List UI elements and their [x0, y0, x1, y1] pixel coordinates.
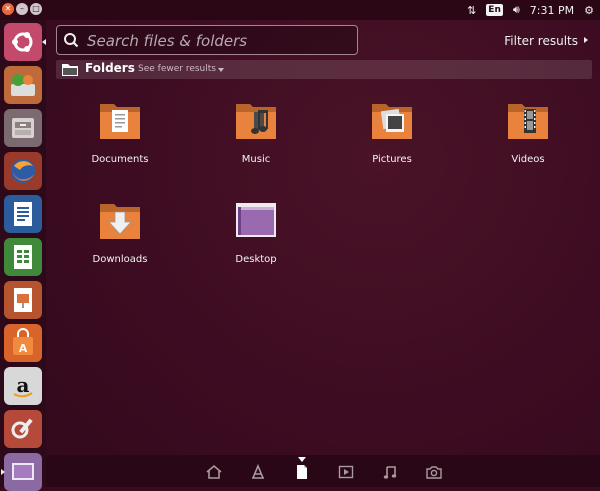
maximize-icon[interactable]: □	[30, 3, 42, 15]
folder-label: Documents	[91, 154, 149, 165]
folder-tile-pictures[interactable]: Pictures	[342, 98, 442, 170]
dash-home-button[interactable]	[4, 23, 46, 61]
lens-videos-button[interactable]	[338, 464, 354, 480]
launcher-item-firefox[interactable]	[4, 152, 42, 190]
close-icon[interactable]: ✕	[2, 3, 14, 15]
file-cabinet-icon	[12, 118, 34, 138]
search-bar	[56, 25, 358, 55]
category-header-folders[interactable]: Folders See fewer results	[56, 60, 592, 79]
lens-files-button[interactable]	[294, 464, 310, 480]
lens-music-button[interactable]	[382, 464, 398, 480]
folder-label: Videos	[511, 154, 545, 165]
presentation-icon	[14, 288, 32, 312]
ubuntu-logo-icon	[12, 32, 33, 52]
network-icon[interactable]: ⇅	[467, 4, 476, 17]
folder-tile-videos[interactable]: Videos	[478, 98, 578, 170]
video-icon	[338, 465, 354, 479]
gear-icon[interactable]: ⚙	[584, 4, 594, 17]
file-icon	[297, 465, 307, 479]
folder-label: Downloads	[92, 254, 148, 265]
videos-folder-icon	[508, 104, 548, 139]
minimize-icon[interactable]: –	[16, 3, 28, 15]
svg-text:A: A	[19, 342, 28, 355]
music-note-icon	[383, 466, 397, 479]
volume-icon[interactable]: 🔊︎	[513, 3, 520, 17]
launcher-item-calc[interactable]	[4, 238, 42, 276]
camera-icon	[426, 466, 442, 479]
lens-home-button[interactable]	[206, 464, 222, 480]
folder-label: Music	[241, 154, 271, 165]
wrench-icon	[11, 418, 33, 439]
search-input[interactable]	[85, 30, 351, 52]
see-fewer-results-link[interactable]: See fewer results	[138, 64, 216, 74]
running-indicator	[1, 469, 5, 475]
spreadsheet-icon	[14, 245, 32, 269]
applications-icon	[252, 464, 264, 479]
chevron-right-icon	[584, 37, 588, 43]
chevron-down-icon	[218, 68, 224, 72]
folder-tile-desktop[interactable]: Desktop	[206, 198, 306, 270]
category-title: Folders	[85, 61, 135, 75]
amazon-icon: a	[13, 373, 33, 398]
launcher-item-installer[interactable]	[4, 66, 42, 104]
home-icon	[206, 464, 222, 479]
lens-photos-button[interactable]	[426, 464, 442, 480]
keyboard-language-indicator[interactable]: En	[486, 4, 503, 16]
lens-applications-button[interactable]	[250, 464, 266, 480]
launcher-item-system-settings[interactable]	[4, 410, 42, 448]
launcher-item-workspaces[interactable]	[1, 453, 42, 491]
launcher-item-writer[interactable]	[4, 195, 42, 233]
top-panel: ✕ – □ ⇅ En 🔊︎ 7:31 PM ⚙	[0, 0, 600, 20]
active-lens-indicator	[298, 457, 306, 462]
launcher-item-software-center[interactable]: A	[4, 324, 42, 362]
installer-icon	[11, 74, 35, 96]
downloads-folder-icon	[100, 204, 140, 239]
folder-label: Desktop	[235, 254, 277, 265]
lens-bar	[46, 455, 600, 487]
search-icon	[64, 33, 79, 48]
workspace-icon	[12, 463, 34, 480]
desktop-folder-icon	[236, 203, 276, 237]
documents-folder-icon	[100, 104, 140, 139]
filter-results-button[interactable]: Filter results	[504, 34, 578, 48]
folder-label: Pictures	[372, 154, 412, 165]
indicator-area: ⇅ En 🔊︎ 7:31 PM ⚙	[467, 0, 594, 20]
window-controls: ✕ – □	[2, 3, 42, 15]
launcher-item-amazon[interactable]: a	[4, 367, 42, 405]
shopping-bag-icon: A	[13, 328, 33, 355]
music-folder-icon	[236, 104, 276, 139]
launcher-item-files[interactable]	[4, 109, 42, 147]
folder-tile-music[interactable]: Music	[206, 98, 306, 170]
folder-tile-downloads[interactable]: Downloads	[70, 198, 170, 270]
folder-icon	[62, 64, 78, 76]
pictures-folder-icon	[372, 104, 412, 139]
svg-text:a: a	[17, 373, 30, 397]
clock[interactable]: 7:31 PM	[530, 4, 574, 17]
document-writer-icon	[14, 202, 32, 226]
launcher: A a	[0, 20, 46, 491]
firefox-icon	[11, 159, 35, 183]
folder-tile-documents[interactable]: Documents	[70, 98, 170, 170]
launcher-item-impress[interactable]	[4, 281, 42, 319]
